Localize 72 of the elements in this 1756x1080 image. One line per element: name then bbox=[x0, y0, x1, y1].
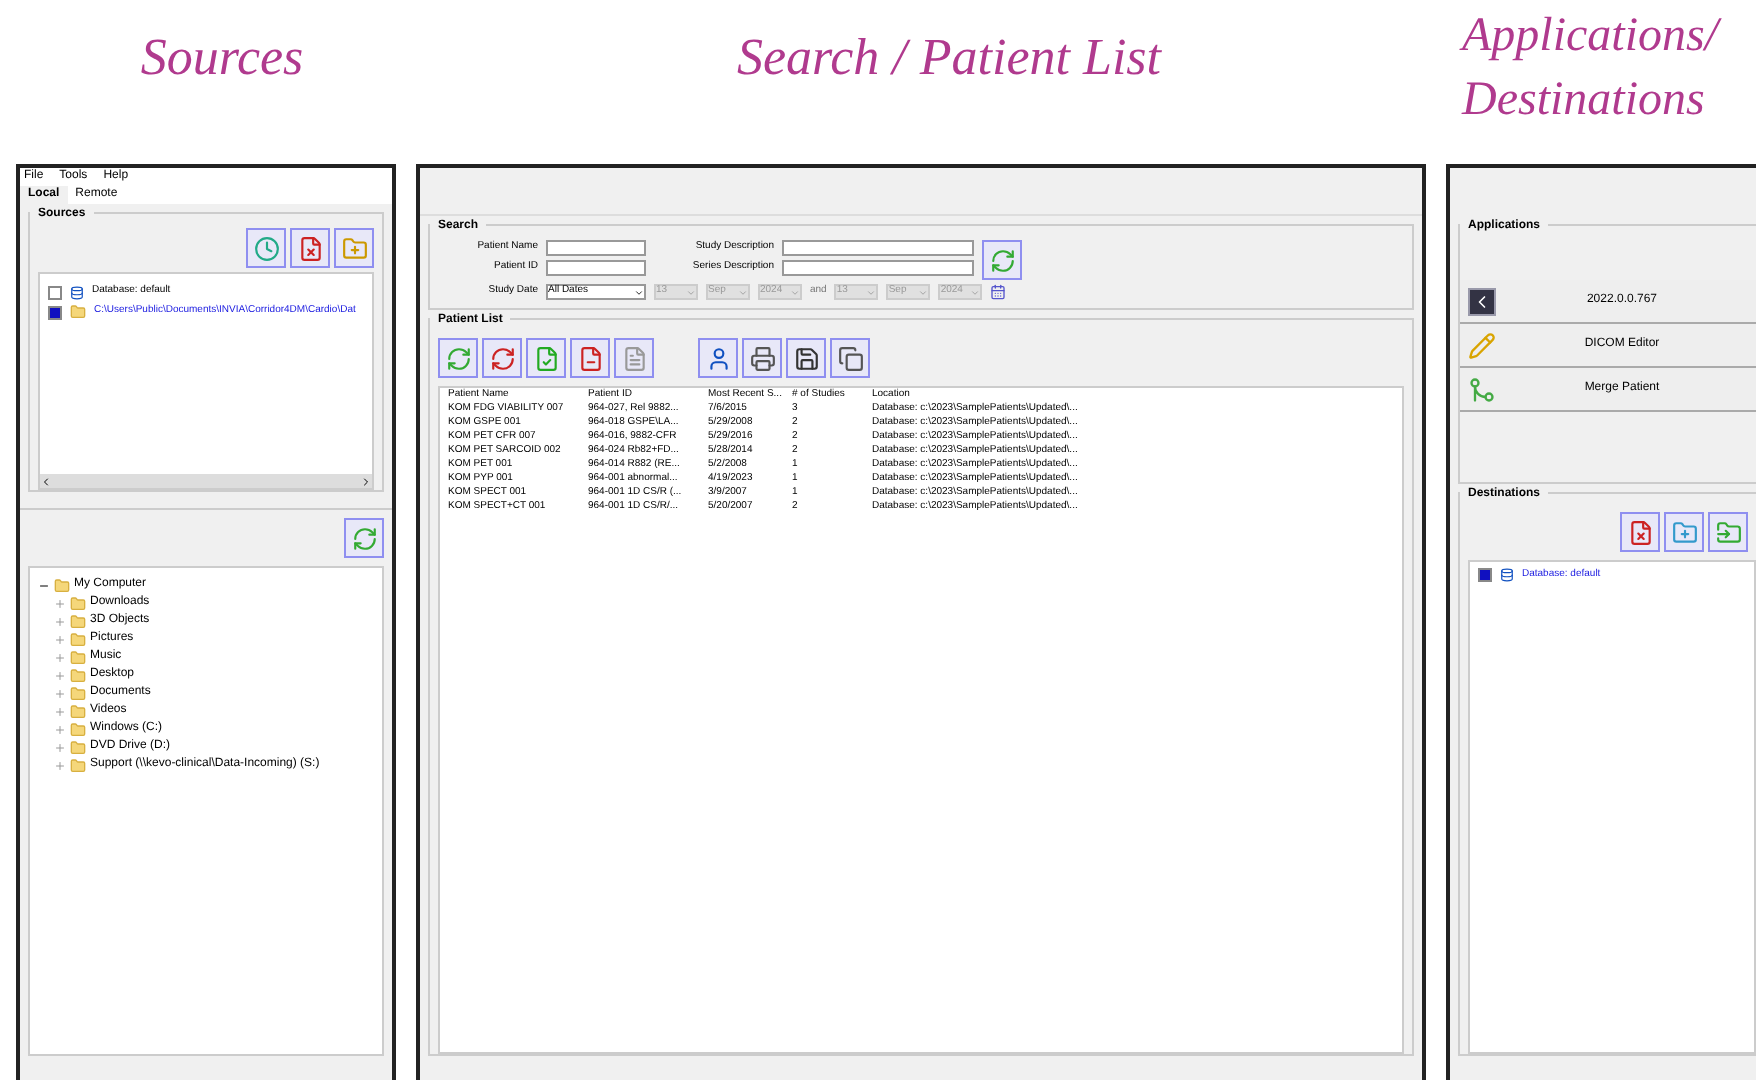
database-icon bbox=[1500, 568, 1514, 582]
caret-icon bbox=[634, 287, 644, 297]
checkbox[interactable] bbox=[48, 285, 62, 299]
expand-icon[interactable] bbox=[54, 615, 66, 627]
merge-icon bbox=[1468, 375, 1496, 403]
section-heading: Applications/ Destinations bbox=[1462, 10, 1718, 126]
copy-button[interactable] bbox=[830, 338, 870, 378]
caret-icon bbox=[918, 287, 929, 297]
file-check-icon bbox=[533, 345, 559, 371]
refresh-icon bbox=[445, 345, 471, 371]
expand-icon[interactable] bbox=[54, 705, 66, 717]
send-icon bbox=[1715, 519, 1741, 545]
logo-icon bbox=[1468, 287, 1496, 315]
text-field[interactable] bbox=[782, 240, 974, 256]
expand-icon[interactable] bbox=[54, 633, 66, 645]
expand-icon[interactable] bbox=[54, 759, 66, 771]
refresh-button[interactable] bbox=[438, 338, 478, 378]
text-field[interactable] bbox=[546, 240, 646, 256]
refresh-delete-icon bbox=[489, 345, 515, 371]
section-heading: Sources bbox=[140, 26, 304, 90]
clock-button[interactable] bbox=[246, 228, 286, 268]
document-icon bbox=[621, 345, 647, 371]
database-icon bbox=[70, 285, 84, 299]
caret-icon bbox=[866, 287, 877, 297]
calendar-icon[interactable] bbox=[990, 284, 1007, 300]
add-folder-button[interactable] bbox=[334, 228, 374, 268]
refresh-icon bbox=[351, 525, 377, 551]
expand-icon[interactable] bbox=[54, 741, 66, 753]
add-folder-button[interactable] bbox=[1664, 512, 1704, 552]
expand-icon[interactable] bbox=[54, 687, 66, 699]
save-button[interactable] bbox=[786, 338, 826, 378]
clock-icon bbox=[253, 235, 279, 261]
remove-file-icon bbox=[1627, 519, 1653, 545]
expand-icon[interactable] bbox=[54, 669, 66, 681]
expand-icon[interactable] bbox=[54, 723, 66, 735]
remove-file-icon bbox=[297, 235, 323, 261]
scroll-right-icon[interactable] bbox=[360, 475, 372, 487]
caret-icon bbox=[686, 287, 696, 297]
add-folder-icon bbox=[341, 235, 367, 261]
add-folder-icon bbox=[1671, 519, 1697, 545]
file-check-button[interactable] bbox=[526, 338, 566, 378]
checkbox[interactable] bbox=[48, 305, 62, 319]
send-button[interactable] bbox=[1708, 512, 1748, 552]
printer-icon bbox=[749, 345, 775, 371]
scroll-left-icon[interactable] bbox=[40, 475, 52, 487]
document-button[interactable] bbox=[614, 338, 654, 378]
caret-icon bbox=[738, 287, 748, 297]
collapse-icon[interactable] bbox=[38, 579, 50, 591]
save-icon bbox=[793, 345, 819, 371]
folder-icon bbox=[70, 304, 86, 320]
expand-icon[interactable] bbox=[54, 597, 66, 609]
remove-file-button[interactable] bbox=[290, 228, 330, 268]
horizontal-scrollbar[interactable] bbox=[40, 474, 372, 488]
remove-file-button[interactable] bbox=[1620, 512, 1660, 552]
user-icon bbox=[705, 345, 731, 371]
expand-icon[interactable] bbox=[54, 651, 66, 663]
copy-icon bbox=[837, 345, 863, 371]
checkbox[interactable] bbox=[1478, 568, 1492, 582]
file-remove-button[interactable] bbox=[570, 338, 610, 378]
refresh-search-icon bbox=[989, 247, 1015, 273]
refresh-delete-button[interactable] bbox=[482, 338, 522, 378]
text-field[interactable] bbox=[782, 260, 974, 276]
caret-icon bbox=[970, 287, 981, 297]
printer-button[interactable] bbox=[742, 338, 782, 378]
caret-icon bbox=[790, 287, 800, 297]
section-heading: Search / Patient List bbox=[736, 26, 1162, 90]
pencil-icon bbox=[1468, 331, 1496, 359]
user-button[interactable] bbox=[698, 338, 738, 378]
text-field[interactable] bbox=[546, 260, 646, 276]
file-remove-icon bbox=[577, 345, 603, 371]
refresh-search-button[interactable] bbox=[982, 240, 1022, 280]
refresh-button[interactable] bbox=[344, 518, 384, 558]
